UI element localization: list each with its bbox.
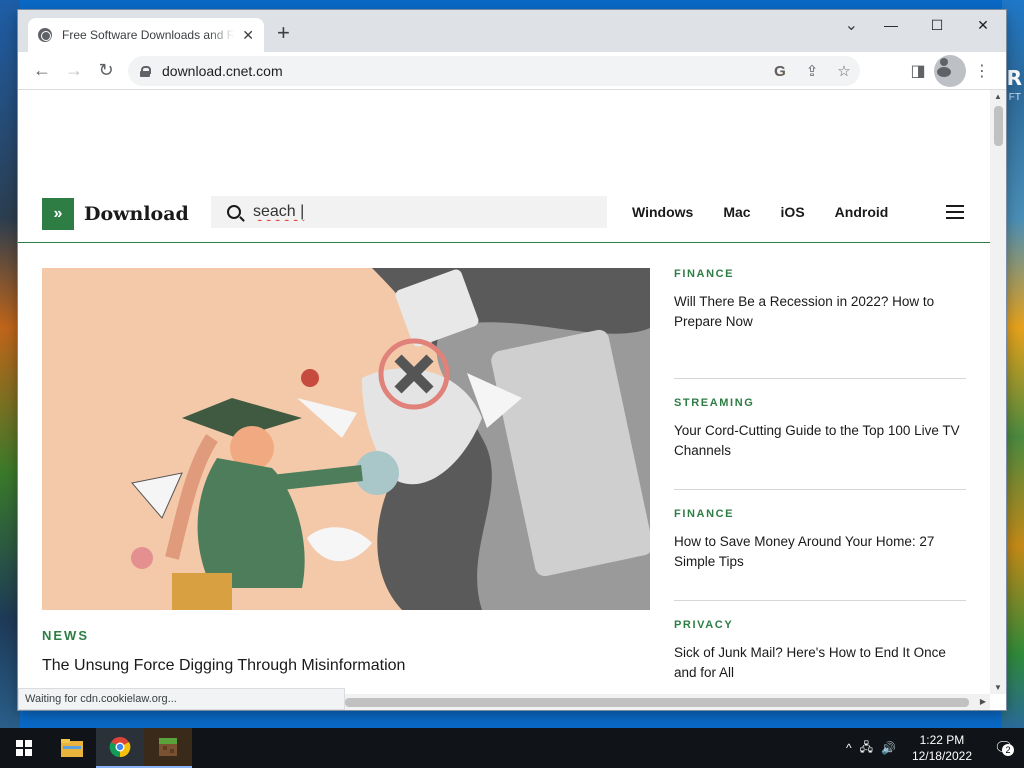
vertical-scroll-thumb[interactable] [994, 106, 1003, 146]
article-category[interactable]: STREAMING [674, 397, 966, 409]
reload-icon[interactable]: ↻ [90, 55, 122, 87]
search-icon[interactable] [227, 205, 241, 219]
desktop-window-subtext: FT [1008, 92, 1021, 103]
article-headline[interactable]: Sick of Junk Mail? Here's How to End It … [674, 643, 966, 683]
scroll-up-icon[interactable]: ▲ [994, 92, 1002, 101]
lock-icon[interactable] [140, 65, 151, 77]
network-icon[interactable]: 🖧 [860, 738, 873, 759]
hamburger-menu-icon[interactable] [946, 205, 964, 220]
browser-toolbar: ← → ↻ download.cnet.com G ⇪ ☆ ◨ ⋮ [18, 52, 1006, 90]
hero-illustration [42, 268, 650, 610]
desktop-window-text: R [1006, 66, 1022, 90]
volume-icon[interactable]: 🔊 [881, 741, 896, 755]
notification-count: 2 [1002, 744, 1014, 756]
back-icon[interactable]: ← [26, 55, 58, 87]
nav-mac[interactable]: Mac [723, 204, 750, 220]
hero-category[interactable]: NEWS [42, 628, 89, 643]
maximize-button[interactable]: ☐ [914, 10, 960, 40]
site-search [211, 196, 607, 228]
nav-ios[interactable]: iOS [781, 204, 805, 220]
download-logo-icon[interactable]: » [42, 198, 74, 230]
clock-time: 1:22 PM [919, 733, 965, 747]
list-item[interactable]: FINANCE Will There Be a Recession in 202… [674, 268, 966, 379]
tab-title: Free Software Downloads and Reviews [62, 28, 235, 42]
google-icon[interactable]: G [764, 63, 796, 80]
status-bubble: Waiting for cdn.cookielaw.org... [18, 688, 345, 710]
windows-start-icon[interactable] [0, 728, 48, 768]
tab-strip: Free Software Downloads and Reviews ✕ + … [18, 10, 1006, 52]
side-article-list: FINANCE Will There Be a Recession in 202… [674, 268, 966, 694]
article-headline[interactable]: Will There Be a Recession in 2022? How t… [674, 292, 966, 332]
page-viewport: » Download Windows Mac iOS Android [18, 90, 990, 694]
side-panel-icon[interactable]: ◨ [902, 55, 934, 87]
list-item[interactable]: FINANCE How to Save Money Around Your Ho… [674, 490, 966, 601]
menu-icon[interactable]: ⋮ [966, 55, 998, 87]
horizontal-scroll-thumb[interactable] [345, 698, 969, 707]
share-icon[interactable]: ⇪ [796, 62, 828, 80]
minecraft-icon[interactable] [144, 728, 192, 768]
tray-chevron-icon[interactable]: ^ [846, 741, 852, 755]
globe-icon [38, 28, 52, 42]
clock-date: 12/18/2022 [911, 749, 972, 763]
article-category[interactable]: PRIVACY [674, 619, 966, 631]
close-window-button[interactable]: ✕ [960, 10, 1006, 40]
article-category[interactable]: FINANCE [674, 508, 966, 520]
profile-icon[interactable] [934, 55, 966, 87]
forward-icon[interactable]: → [58, 55, 90, 87]
list-item[interactable]: STREAMING Your Cord-Cutting Guide to the… [674, 379, 966, 490]
browser-window: Free Software Downloads and Reviews ✕ + … [18, 10, 1006, 710]
minimize-button[interactable]: — [868, 10, 914, 40]
site-nav: Windows Mac iOS Android [632, 196, 918, 228]
close-tab-icon[interactable]: ✕ [242, 27, 254, 44]
url-text[interactable]: download.cnet.com [162, 63, 283, 79]
site-logo-text[interactable]: Download [84, 203, 189, 225]
new-tab-button[interactable]: + [277, 22, 290, 44]
desktop-background-left [0, 0, 20, 728]
system-tray: ^ 🖧 🔊 1:22 PM 12/18/2022 🗨2 [846, 728, 1024, 768]
scroll-down-icon[interactable]: ▼ [994, 683, 1002, 692]
chrome-icon[interactable] [96, 728, 144, 768]
avatar [934, 55, 966, 87]
star-icon[interactable]: ☆ [828, 62, 860, 80]
hero-image[interactable] [42, 268, 650, 610]
hero-headline[interactable]: The Unsung Force Digging Through Misinfo… [42, 657, 405, 675]
nav-windows[interactable]: Windows [632, 204, 693, 220]
file-explorer-icon[interactable] [48, 728, 96, 768]
browser-tab[interactable]: Free Software Downloads and Reviews ✕ [28, 18, 264, 52]
tab-search-chevron-icon[interactable]: ⌄ [845, 15, 858, 35]
clock[interactable]: 1:22 PM 12/18/2022 [912, 732, 972, 764]
article-headline[interactable]: Your Cord-Cutting Guide to the Top 100 L… [674, 421, 966, 461]
site-header: » Download Windows Mac iOS Android [42, 196, 966, 232]
scroll-right-icon[interactable]: ▶ [980, 697, 986, 706]
nav-android[interactable]: Android [835, 204, 889, 220]
notification-icon[interactable]: 🗨2 [984, 738, 1024, 758]
search-input[interactable] [253, 203, 573, 221]
vertical-scrollbar[interactable]: ▲ ▼ [990, 90, 1006, 694]
window-controls: — ☐ ✕ [868, 10, 1006, 40]
address-bar[interactable]: download.cnet.com G ⇪ ☆ [128, 56, 860, 86]
article-category[interactable]: FINANCE [674, 268, 966, 280]
header-divider [18, 242, 990, 243]
list-item[interactable]: PRIVACY Sick of Junk Mail? Here's How to… [674, 601, 966, 694]
taskbar: ^ 🖧 🔊 1:22 PM 12/18/2022 🗨2 [0, 728, 1024, 768]
article-headline[interactable]: How to Save Money Around Your Home: 27 S… [674, 532, 966, 572]
